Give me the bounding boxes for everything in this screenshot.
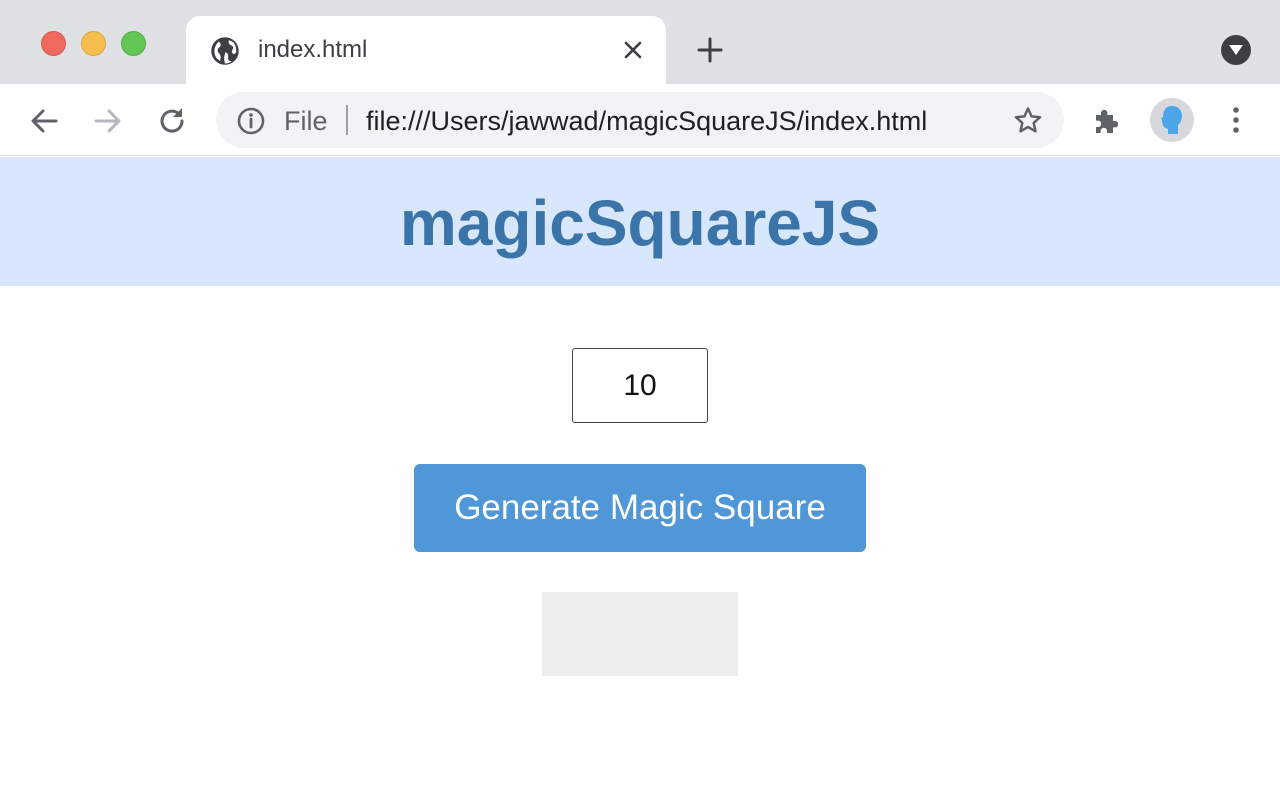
- page-title: magicSquareJS: [399, 187, 881, 259]
- browser-toolbar: File file:///Users/jawwad/magicSquareJS/…: [0, 84, 1280, 156]
- kebab-menu-icon[interactable]: [1224, 104, 1248, 136]
- tab-title: index.html: [258, 36, 368, 63]
- star-icon[interactable]: [1012, 105, 1044, 137]
- divider: [346, 105, 348, 135]
- tab-strip: index.html: [0, 0, 1280, 84]
- page-content: magicSquareJS Generate Magic Square: [0, 157, 1280, 800]
- info-icon[interactable]: [236, 106, 266, 136]
- minimize-window-button[interactable]: [81, 31, 106, 56]
- avatar[interactable]: [1150, 98, 1194, 142]
- puzzle-icon[interactable]: [1090, 104, 1124, 138]
- address-bar[interactable]: File file:///Users/jawwad/magicSquareJS/…: [216, 92, 1064, 148]
- tab-index[interactable]: index.html: [186, 16, 666, 84]
- size-input[interactable]: [572, 348, 708, 423]
- maximize-window-button[interactable]: [121, 31, 146, 56]
- forward-arrow-icon[interactable]: [91, 104, 125, 138]
- chevron-down-icon[interactable]: [1221, 35, 1251, 65]
- plus-icon[interactable]: [696, 36, 724, 64]
- scheme-label: File: [284, 106, 328, 136]
- close-icon[interactable]: [622, 39, 644, 61]
- url-text[interactable]: file:///Users/jawwad/magicSquareJS/index…: [366, 105, 927, 137]
- magic-square-output: [542, 592, 738, 676]
- close-window-button[interactable]: [41, 31, 66, 56]
- back-arrow-icon[interactable]: [27, 104, 61, 138]
- browser-window: index.html File file:///Users/jawwad/mag…: [0, 0, 1280, 800]
- globe-icon: [210, 36, 240, 66]
- reload-icon[interactable]: [155, 104, 189, 138]
- generate-magic-square-button[interactable]: Generate Magic Square: [414, 464, 866, 552]
- page-header: magicSquareJS: [0, 157, 1280, 286]
